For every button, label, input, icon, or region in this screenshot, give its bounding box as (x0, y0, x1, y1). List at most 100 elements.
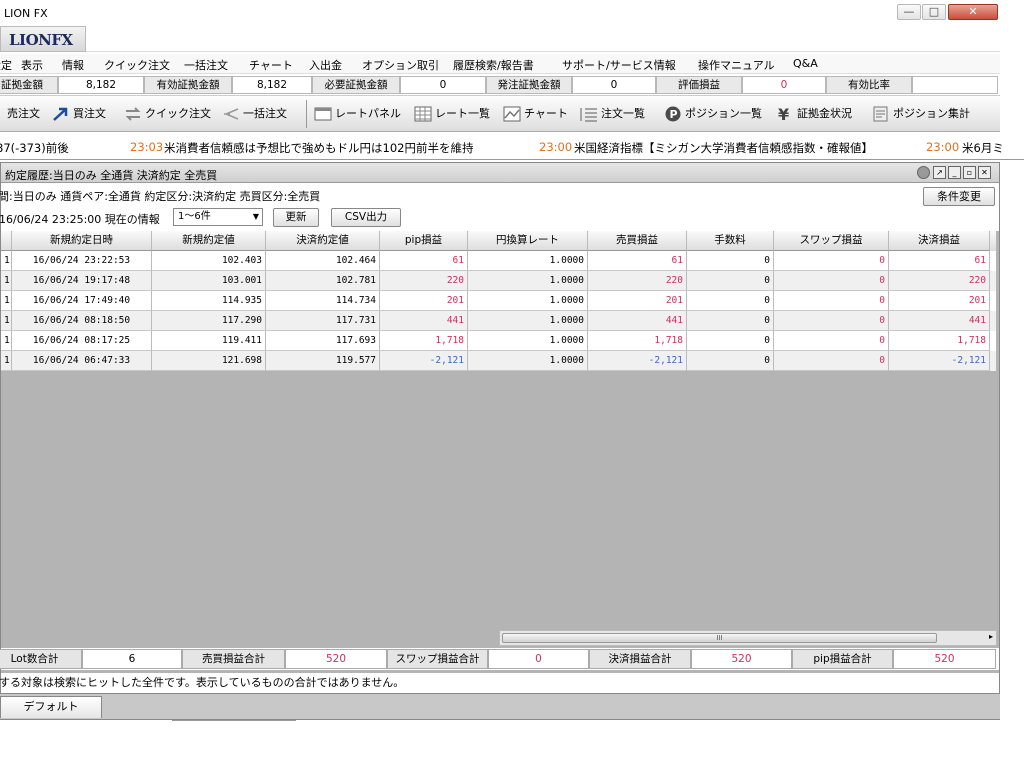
table-cell: 61 (380, 251, 468, 271)
table-cell: 201 (889, 291, 990, 311)
logo: LIONFX (0, 26, 86, 52)
rate-panel-button[interactable]: レートパネル (314, 105, 401, 123)
summary-label-required: 必要証拠金額 (312, 76, 400, 94)
position-list-button[interactable]: P ポジション一覧 (664, 105, 762, 123)
popout-icon[interactable]: ↗ (933, 166, 946, 179)
total-label-swap-pl: スワップ損益合計 (387, 649, 488, 669)
header-cell[interactable]: 新規約定値 (152, 231, 266, 251)
table-row[interactable]: 1 16/06/24 19:17:48 103.001 102.781 220 1.000… (1, 271, 996, 291)
page-range-select[interactable]: 1〜6件 ▼ (173, 208, 263, 226)
header-cell[interactable] (1, 231, 12, 251)
header-cell[interactable]: pip損益 (380, 231, 468, 251)
table-cell: 201 (380, 291, 468, 311)
table-cell: 1 (1, 351, 12, 371)
batch-arrows-icon (224, 108, 239, 120)
refresh-button[interactable]: 更新 (273, 208, 319, 227)
table-cell: -2,121 (380, 351, 468, 371)
panel-restore-icon[interactable]: ▫ (963, 166, 976, 179)
menu-batch-order[interactable]: 一括注文 (184, 57, 228, 73)
ticker-item[interactable]: 米消費者信頼感は予想比で強めもドル円は102円前半を維持 (164, 140, 473, 156)
scrollbar-thumb[interactable]: III (502, 633, 937, 643)
menu-settings[interactable]: 設定 (0, 57, 12, 73)
rate-list-button[interactable]: レート一覧 (414, 105, 490, 123)
order-list-label: 注文一覧 (601, 107, 645, 120)
table-cell: 1 (1, 291, 12, 311)
menu-history[interactable]: 履歴検索/報告書 (453, 57, 534, 73)
header-cell[interactable]: 円換算レート (468, 231, 588, 251)
toolbar: 売注文 買注文 クイック注文 一括注文 レートパネル レート一覧 チャート 注文… (0, 96, 1000, 132)
menu-support[interactable]: サポート/サービス情報 (562, 57, 676, 73)
gear-icon[interactable] (917, 166, 930, 179)
yen-icon: ¥ (778, 106, 789, 122)
position-summary-button[interactable]: ポジション集計 (872, 105, 970, 123)
table-cell: 1,718 (380, 331, 468, 351)
table-cell: 441 (380, 311, 468, 331)
minimize-button[interactable]: — (897, 4, 921, 20)
total-label-trade-pl: 売買損益合計 (182, 649, 285, 669)
change-conditions-button[interactable]: 条件変更 (923, 187, 995, 206)
order-list-button[interactable]: 注文一覧 (580, 105, 645, 123)
header-cell[interactable]: 決済損益 (889, 231, 990, 251)
table-row[interactable]: 1 16/06/24 08:18:50 117.290 117.731 441 1.000… (1, 311, 996, 331)
quick-order-label: クイック注文 (145, 107, 211, 120)
table-cell: 119.411 (152, 331, 266, 351)
menu-options[interactable]: オプション取引 (362, 57, 439, 73)
logo-bar-filler (86, 26, 1000, 52)
table-cell: 0 (774, 351, 889, 371)
totals-note-text: 集計する対象は検索にヒットした全件です。表示しているものの合計ではありません。 (0, 676, 405, 689)
header-cell[interactable]: 売買損益 (588, 231, 687, 251)
panel-close-icon[interactable]: ✕ (978, 166, 991, 179)
header-cell[interactable]: 決済約定値 (266, 231, 380, 251)
csv-export-button[interactable]: CSV出力 (331, 208, 401, 227)
svg-text:¥: ¥ (778, 106, 789, 122)
margin-status-label: 証拠金状況 (797, 107, 852, 120)
menu-chart[interactable]: チャート (249, 57, 293, 73)
table-row[interactable]: 1 16/06/24 23:22:53 102.403 102.464 61 1.0000… (1, 251, 996, 271)
maximize-button[interactable]: □ (922, 4, 946, 20)
close-button[interactable]: ✕ (948, 4, 998, 20)
rate-panel-label: レートパネル (335, 107, 401, 120)
table-cell: 441 (588, 311, 687, 331)
summary-label-effective: 有効証拠金額 (144, 76, 232, 94)
table-cell: 102.781 (266, 271, 380, 291)
sell-order-button[interactable]: 売注文 (7, 105, 40, 123)
summary-doc-icon (873, 106, 888, 122)
menu-view[interactable]: 表示 (21, 57, 43, 73)
panel-title-bar: 約定履歴:当日のみ 全通貨 決済約定 全売買 ↗ _ ▫ ✕ (1, 163, 999, 183)
header-cell[interactable]: 新規約定日時 (12, 231, 152, 251)
ticker-item[interactable]: 米国経済指標【ミシガン大学消費者信頼感指数・確報値】 (574, 140, 873, 156)
menu-quick-order[interactable]: クイック注文 (104, 57, 170, 73)
table-cell: 0 (774, 271, 889, 291)
horizontal-scrollbar[interactable]: III ▸ (499, 630, 997, 646)
scroll-right-arrow-icon[interactable]: ▸ (989, 632, 993, 641)
table-row[interactable]: 1 16/06/24 06:47:33 121.698 119.577 -2,121 1.… (1, 351, 996, 371)
panel-minimize-icon[interactable]: _ (948, 166, 961, 179)
table-cell: 102.464 (266, 251, 380, 271)
menu-manual[interactable]: 操作マニュアル (698, 57, 775, 73)
ticker-item[interactable]: 米6月ミ (962, 140, 1004, 156)
table-cell: 1 (1, 331, 12, 351)
table-header: 新規約定日時 新規約定値 決済約定値 pip損益 円換算レート 売買損益 手数料… (1, 231, 996, 251)
quick-order-button[interactable]: クイック注文 (124, 105, 211, 123)
margin-status-button[interactable]: ¥ 証拠金状況 (776, 105, 852, 123)
menu-info[interactable]: 情報 (62, 57, 84, 73)
header-cell[interactable]: 手数料 (687, 231, 774, 251)
buy-order-button[interactable]: 買注文 (52, 105, 106, 123)
table-row[interactable]: 1 16/06/24 17:49:40 114.935 114.734 201 1.000… (1, 291, 996, 311)
table-cell: 119.577 (266, 351, 380, 371)
total-value-trade-pl: 520 (285, 649, 387, 669)
table-cell: 220 (380, 271, 468, 291)
batch-order-button[interactable]: 一括注文 (222, 105, 287, 123)
tab-default[interactable]: デフォルト (0, 696, 102, 718)
ticker-item[interactable]: 87(-373)前後 (0, 140, 69, 156)
header-cell[interactable]: スワップ損益 (774, 231, 889, 251)
menu-qa[interactable]: Q&A (793, 57, 818, 70)
table-cell: 16/06/24 08:17:25 (12, 331, 152, 351)
table-cell: 103.001 (152, 271, 266, 291)
news-ticker[interactable]: 87(-373)前後 23:03 米消費者信頼感は予想比で強めもドル円は102円… (0, 132, 1024, 160)
menu-deposit[interactable]: 入出金 (309, 57, 342, 73)
table-row[interactable]: 1 16/06/24 08:17:25 119.411 117.693 1,718 1.0… (1, 331, 996, 351)
chart-button[interactable]: チャート (503, 105, 568, 123)
chart-icon (503, 106, 521, 122)
panel-title: 約定履歴:当日のみ 全通貨 決済約定 全売買 (5, 169, 218, 182)
